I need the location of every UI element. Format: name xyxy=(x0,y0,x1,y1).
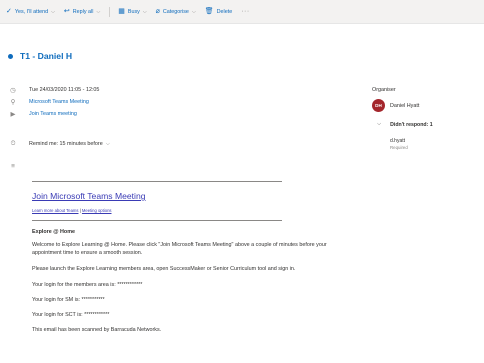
join-teams-row: ▶ Join Teams meeting xyxy=(9,110,77,118)
attendee-name[interactable]: d.hyatt xyxy=(390,138,405,144)
divider xyxy=(32,220,282,221)
rsvp-attend-label: Yes, I'll attend xyxy=(14,8,49,15)
reminder-text: Remind me: 15 minutes before xyxy=(29,141,103,147)
body-paragraph-3: Your login for the members area is: ****… xyxy=(32,282,143,288)
reply-all-button[interactable]: ↩ Reply all ⌵ xyxy=(64,8,100,15)
location-pin-icon: ⚲ xyxy=(10,99,16,106)
notes-row: ≡ xyxy=(9,163,29,170)
chevron-down-icon: ⌵ xyxy=(105,140,110,147)
event-datetime: Tue 24/03/2020 11:05 - 12:05 xyxy=(29,87,100,93)
organiser-heading: Organiser xyxy=(372,87,396,93)
check-icon: ✓ xyxy=(6,8,12,15)
body-heading: Explore @ Home xyxy=(32,229,76,235)
organiser-row[interactable]: DH Daniel Hyatt xyxy=(372,99,419,112)
reminder-row[interactable]: ⏲ Remind me: 15 minutes before ⌵ xyxy=(9,140,110,148)
event-title-row: T1 - Daniel H xyxy=(8,51,72,61)
delete-label: Delete xyxy=(216,8,233,15)
show-as-busy-dropdown[interactable]: ▦ Busy ⌵ xyxy=(118,8,146,15)
chevron-down-icon: ⌵ xyxy=(191,8,196,15)
clock-icon: ◷ xyxy=(10,87,16,94)
busy-label: Busy xyxy=(127,8,140,15)
organiser-name: Daniel Hyatt xyxy=(390,102,420,109)
attendee-group-toggle[interactable]: ⌵ Didn't respond: 1 xyxy=(377,121,433,128)
divider xyxy=(32,181,282,182)
event-title: T1 - Daniel H xyxy=(20,51,73,61)
join-teams-link[interactable]: Join Teams meeting xyxy=(29,111,77,117)
chevron-down-icon: ⌵ xyxy=(377,121,382,127)
body-paragraph-1: Welcome to Explore Learning @ Home. Plea… xyxy=(32,242,327,256)
reply-all-label: Reply all xyxy=(72,8,94,15)
command-toolbar: ✓ Yes, I'll attend ⌵ ↩ Reply all ⌵ ▦ Bus… xyxy=(0,0,484,24)
avatar: DH xyxy=(372,99,385,112)
body-paragraph-5: Your login for SCT is: ************ xyxy=(32,312,110,318)
more-icon: ··· xyxy=(241,8,250,15)
tag-icon: ⌀ xyxy=(155,8,160,15)
categorise-label: Categorise xyxy=(162,8,189,15)
busy-calendar-icon: ▦ xyxy=(118,8,125,15)
teams-video-icon: ▶ xyxy=(10,111,16,118)
trash-icon: 🗑 xyxy=(204,8,214,15)
join-meeting-link[interactable]: Join Microsoft Teams Meeting xyxy=(32,191,146,201)
meeting-sub-links: Learn more about Teams | Meeting options xyxy=(32,208,112,213)
reply-all-icon: ↩ xyxy=(63,8,70,15)
rsvp-attend-button[interactable]: ✓ Yes, I'll attend ⌵ xyxy=(6,8,55,15)
toolbar-divider xyxy=(109,6,111,17)
more-actions-button[interactable]: ··· xyxy=(241,8,250,15)
delete-button[interactable]: 🗑 Delete xyxy=(205,8,232,15)
chevron-down-icon: ⌵ xyxy=(51,8,55,15)
event-datetime-row: ◷ Tue 24/03/2020 11:05 - 12:05 xyxy=(9,86,99,94)
link-separator: | xyxy=(79,208,81,213)
chevron-down-icon: ⌵ xyxy=(142,8,147,15)
learn-more-link[interactable]: Learn more about Teams xyxy=(32,208,78,213)
reminder-icon: ⏲ xyxy=(10,140,16,147)
body-paragraph-4: Your login for SM is: *********** xyxy=(32,297,105,303)
meeting-options-link[interactable]: Meeting options xyxy=(82,208,112,213)
body-paragraph-2: Please launch the Explore Learning membe… xyxy=(32,266,296,272)
event-location-link[interactable]: Microsoft Teams Meeting xyxy=(29,99,89,105)
category-dot-icon xyxy=(8,53,13,59)
attendee-group-label: Didn't respond: 1 xyxy=(390,121,433,128)
notes-icon: ≡ xyxy=(11,163,15,170)
event-location-row: ⚲ Microsoft Teams Meeting xyxy=(9,98,89,106)
categorise-dropdown[interactable]: ⌀ Categorise ⌵ xyxy=(156,8,196,15)
attendee-role: Required xyxy=(390,145,408,150)
chevron-down-icon: ⌵ xyxy=(96,8,101,15)
body-paragraph-6: This email has been scanned by Barracuda… xyxy=(32,327,162,333)
